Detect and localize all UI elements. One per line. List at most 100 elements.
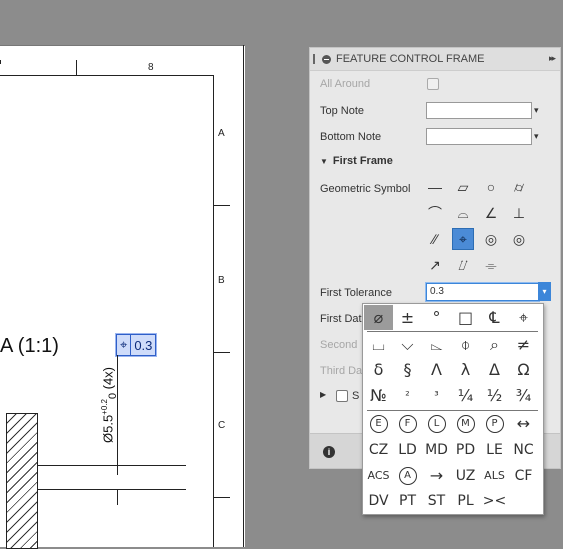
sheet-frame-top bbox=[0, 45, 245, 46]
symmetry-icon[interactable]: ⌯ bbox=[480, 254, 502, 276]
cylindricity-icon[interactable]: ⌭ bbox=[508, 176, 530, 198]
omega-symbol[interactable]: Ω bbox=[509, 357, 538, 382]
drawing-sheet[interactable]: 8 A B C A (1:1) ⌖ 0.3 Ø5.5+0.20 (4x) bbox=[0, 45, 245, 549]
countersink-symbol[interactable]: ⌵ bbox=[393, 332, 422, 357]
lambda-lower-symbol[interactable]: λ bbox=[451, 357, 480, 382]
degree-symbol[interactable]: ° bbox=[422, 305, 451, 330]
modifier-letter: A bbox=[398, 466, 417, 485]
drag-handle-icon[interactable] bbox=[313, 54, 315, 64]
arrow-right-icon[interactable]: → bbox=[422, 463, 451, 488]
one-half-symbol[interactable]: ½ bbox=[480, 383, 509, 408]
one-quarter-symbol[interactable]: ¼ bbox=[451, 383, 480, 408]
bottom-note-dropdown-icon[interactable]: ▾ bbox=[534, 131, 539, 142]
projected-zone-modifier-symbol[interactable]: P bbox=[480, 411, 509, 436]
free-state-modifier-symbol[interactable]: F bbox=[393, 411, 422, 436]
three-quarters-symbol[interactable]: ¾ bbox=[509, 383, 538, 408]
circular-runout-icon[interactable]: ↗ bbox=[424, 254, 446, 276]
zone-tick bbox=[214, 205, 230, 206]
lambda-upper-symbol[interactable]: Λ bbox=[422, 357, 451, 382]
envelope-modifier-symbol[interactable]: E bbox=[364, 411, 393, 436]
s-checkbox[interactable] bbox=[336, 390, 348, 402]
circularity-icon[interactable]: ○ bbox=[480, 176, 502, 198]
top-note-dropdown-icon[interactable]: ▾ bbox=[534, 105, 539, 116]
angularity-icon[interactable]: ∠ bbox=[480, 202, 502, 224]
spherical-symbol[interactable]: ⌽ bbox=[451, 332, 480, 357]
centerline-symbol[interactable]: ℄ bbox=[480, 305, 509, 330]
section-view-label[interactable]: A (1:1) bbox=[0, 335, 59, 358]
info-icon[interactable]: i bbox=[323, 446, 335, 458]
parallelism-icon[interactable]: ∕∕ bbox=[424, 228, 446, 250]
square-symbol[interactable]: □ bbox=[451, 305, 480, 330]
top-note-label: Top Note bbox=[320, 105, 365, 117]
dimension-tolerance-lower: 0 bbox=[106, 392, 119, 400]
profile-surface-icon[interactable]: ⌓ bbox=[452, 202, 474, 224]
collapse-icon[interactable] bbox=[322, 54, 331, 64]
hole-dimension[interactable]: Ø5.5+0.20 (4x) bbox=[100, 367, 119, 443]
concentricity-icon[interactable]: ◎ bbox=[480, 228, 502, 250]
st-symbol[interactable]: ST bbox=[422, 488, 451, 513]
dimension-value: Ø5.5 bbox=[100, 414, 116, 443]
section-symbol[interactable]: § bbox=[393, 357, 422, 382]
counterbore-symbol[interactable]: ⌴ bbox=[364, 332, 393, 357]
nc-symbol[interactable]: NC bbox=[509, 437, 538, 462]
dimension-tolerance-upper: +0.2 bbox=[100, 399, 109, 415]
acs-symbol[interactable]: ACS bbox=[364, 463, 393, 488]
zone-row-label-c: C bbox=[218, 420, 226, 431]
md-symbol[interactable]: MD bbox=[422, 437, 451, 462]
ld-symbol[interactable]: LD bbox=[393, 437, 422, 462]
modifier-letter: E bbox=[369, 414, 388, 433]
lmc-modifier-symbol[interactable]: L bbox=[422, 411, 451, 436]
position-icon[interactable]: ⌖ bbox=[509, 305, 538, 330]
cf-symbol[interactable]: CF bbox=[509, 463, 538, 488]
dv-symbol[interactable]: DV bbox=[364, 488, 393, 513]
first-tolerance-dropdown-icon[interactable]: ▾ bbox=[538, 282, 551, 301]
search-icon[interactable]: ⌕ bbox=[480, 332, 509, 357]
first-frame-section[interactable]: ▼ First Frame bbox=[320, 155, 393, 167]
pl-symbol[interactable]: PL bbox=[451, 488, 480, 513]
zone-tick bbox=[214, 352, 230, 353]
circled-a-symbol[interactable]: A bbox=[393, 463, 422, 488]
diameter-symbol[interactable]: ⌀ bbox=[364, 305, 393, 330]
not-equal-symbol[interactable]: ≠ bbox=[509, 332, 538, 357]
all-around-checkbox[interactable] bbox=[427, 78, 439, 90]
first-tolerance-input[interactable]: 0.3 bbox=[426, 283, 539, 301]
pt-symbol[interactable]: PT bbox=[393, 488, 422, 513]
depth-symbol[interactable]: ⌳ bbox=[422, 332, 451, 357]
plus-minus-symbol[interactable]: ± bbox=[393, 305, 422, 330]
uz-symbol[interactable]: UZ bbox=[451, 463, 480, 488]
panel-header[interactable]: FEATURE CONTROL FRAME ▸▸ bbox=[310, 48, 560, 71]
first-tolerance-label: First Tolerance bbox=[320, 287, 392, 299]
feature-control-frame[interactable]: ⌖ 0.3 bbox=[116, 334, 157, 356]
extension-line bbox=[36, 465, 186, 466]
flatness-icon[interactable]: ▱ bbox=[452, 176, 474, 198]
superscript-three-symbol[interactable]: ³ bbox=[422, 383, 451, 408]
all-around-label: All Around bbox=[320, 78, 371, 90]
numero-symbol[interactable]: № bbox=[364, 383, 393, 408]
symbol-row: DV PT ST PL >< bbox=[364, 488, 542, 513]
second-datum-label: Second bbox=[320, 339, 358, 351]
als-symbol[interactable]: ALS bbox=[480, 463, 509, 488]
collapse-triangle-icon: ▼ bbox=[320, 157, 328, 166]
position-icon[interactable]: ⌖ bbox=[452, 228, 474, 250]
mmc-modifier-symbol[interactable]: M bbox=[451, 411, 480, 436]
top-note-input[interactable] bbox=[426, 102, 532, 119]
delta-upper-symbol[interactable]: Δ bbox=[480, 357, 509, 382]
le-symbol[interactable]: LE bbox=[480, 437, 509, 462]
coaxiality-icon[interactable]: ◎ bbox=[508, 228, 530, 250]
symbol-popup: ⌀ ± ° □ ℄ ⌖ ⌴ ⌵ ⌳ ⌽ ⌕ ≠ δ § Λ λ Δ Ω № ² … bbox=[362, 303, 544, 515]
superscript-two-symbol[interactable]: ² bbox=[393, 383, 422, 408]
profile-line-icon[interactable]: ⌒ bbox=[424, 202, 446, 224]
expand-triangle-icon[interactable]: ▶ bbox=[320, 390, 326, 399]
bottom-note-input[interactable] bbox=[426, 128, 532, 145]
pd-symbol[interactable]: PD bbox=[451, 437, 480, 462]
dimension-origin-symbol[interactable]: >< bbox=[480, 488, 509, 513]
cz-symbol[interactable]: CZ bbox=[364, 437, 393, 462]
perpendicularity-icon[interactable]: ⊥ bbox=[508, 202, 530, 224]
between-symbol[interactable]: ↔ bbox=[509, 411, 538, 436]
drawing-border-right bbox=[213, 75, 214, 547]
modifier-letter: L bbox=[427, 414, 446, 433]
total-runout-icon[interactable]: ⌰ bbox=[452, 254, 474, 276]
straightness-icon[interactable]: — bbox=[424, 176, 446, 198]
delta-lower-symbol[interactable]: δ bbox=[364, 357, 393, 382]
expand-icon[interactable]: ▸▸ bbox=[549, 53, 556, 64]
